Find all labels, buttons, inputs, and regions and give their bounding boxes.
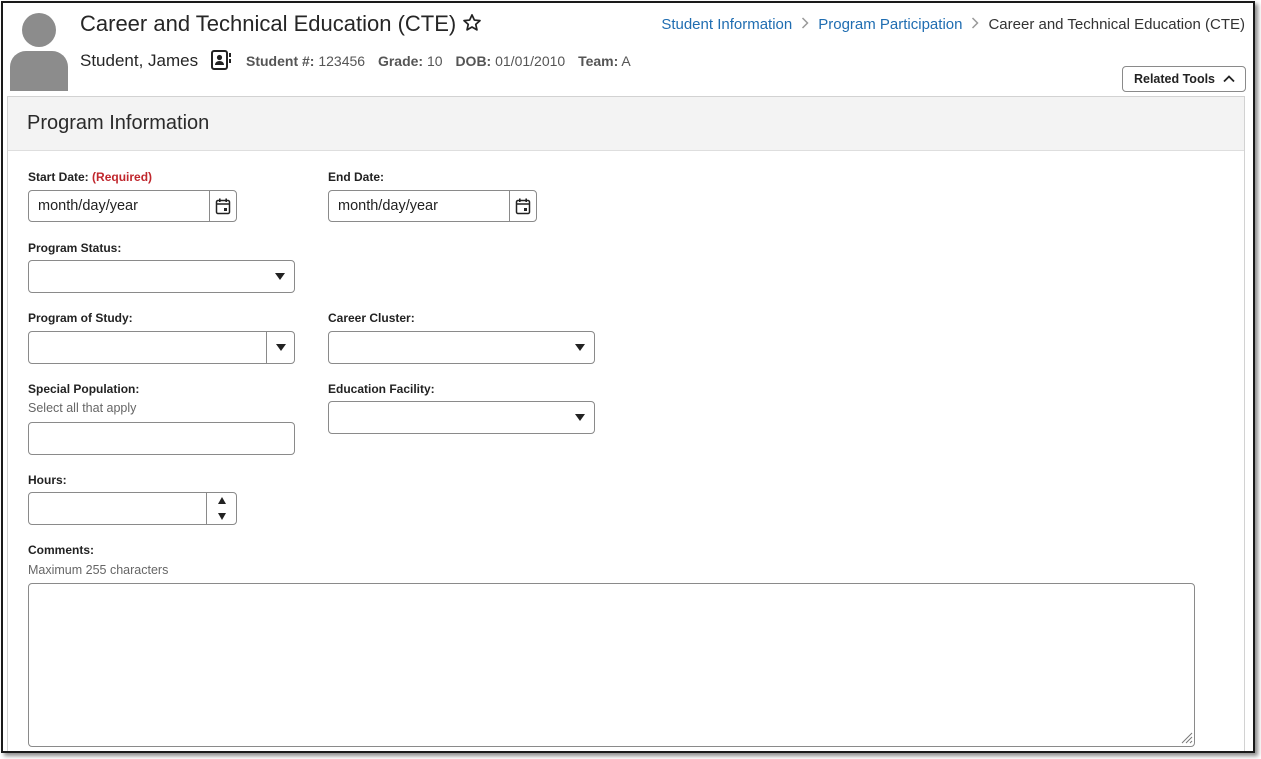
student-grade: Grade: 10	[378, 53, 443, 69]
student-name: Student, James	[80, 51, 199, 70]
meta-value: 123456	[318, 53, 366, 69]
special-population-hint: Select all that apply	[28, 401, 137, 415]
breadcrumb-program-participation[interactable]: Program Participation	[818, 16, 962, 33]
student-avatar	[8, 13, 70, 91]
hours-label: Hours:	[28, 473, 67, 487]
end-date-field	[328, 190, 537, 222]
arrow-down-icon	[217, 512, 226, 520]
meta-value: 10	[426, 53, 443, 69]
start-date-label-text: Start Date:	[28, 170, 89, 184]
comments-hint: Maximum 255 characters	[28, 563, 169, 577]
career-cluster-select[interactable]	[328, 331, 595, 364]
meta-value: A	[621, 53, 631, 69]
panel-title: Program Information	[27, 112, 210, 134]
end-date-label: End Date:	[328, 170, 385, 184]
start-date-field	[28, 190, 237, 222]
breadcrumb-student-information[interactable]: Student Information	[661, 16, 792, 33]
decrement-button[interactable]	[207, 509, 236, 525]
caret-down-icon	[575, 344, 585, 351]
caret-down-icon	[575, 414, 585, 421]
end-date-input[interactable]	[329, 191, 509, 221]
related-tools-label: Related Tools	[1133, 72, 1215, 86]
avatar-body	[10, 51, 68, 91]
meta-label: Grade:	[377, 53, 424, 69]
breadcrumb: Student Information Program Participatio…	[661, 16, 1245, 33]
program-of-study-label: Program of Study:	[28, 311, 133, 325]
program-of-study-input[interactable]	[29, 332, 266, 363]
calendar-icon[interactable]	[509, 191, 536, 221]
caret-down-icon	[275, 344, 286, 351]
favorite-star-icon[interactable]	[461, 12, 483, 34]
meta-label: Team:	[578, 53, 619, 69]
student-team: Team: A	[578, 53, 631, 69]
student-number: Student #: 123456	[246, 53, 365, 69]
hours-input[interactable]	[29, 493, 206, 524]
special-population-label: Special Population:	[28, 382, 140, 396]
chevron-right-icon	[801, 17, 809, 32]
page-title: Career and Technical Education (CTE)	[80, 11, 457, 36]
student-dob: DOB: 01/01/2010	[455, 53, 565, 69]
hours-spin-buttons	[206, 493, 236, 524]
calendar-icon[interactable]	[209, 191, 236, 221]
program-of-study-combobox	[28, 331, 295, 364]
resize-grip-icon[interactable]	[1180, 731, 1193, 744]
chevron-right-icon	[971, 17, 980, 32]
education-facility-select[interactable]	[328, 401, 595, 434]
program-status-select[interactable]	[28, 260, 295, 293]
contact-card-icon[interactable]	[210, 49, 232, 71]
required-indicator: (Required)	[92, 170, 153, 184]
meta-value: 01/01/2010	[495, 53, 566, 69]
breadcrumb-current: Career and Technical Education (CTE)	[988, 16, 1245, 33]
start-date-input[interactable]	[29, 191, 209, 221]
education-facility-label: Education Facility:	[328, 382, 435, 396]
comments-textarea[interactable]	[28, 583, 1195, 747]
increment-button[interactable]	[207, 493, 236, 509]
caret-down-icon	[275, 273, 285, 280]
program-of-study-dropdown-button[interactable]	[266, 332, 294, 363]
program-status-label: Program Status:	[28, 241, 122, 255]
hours-stepper	[28, 492, 237, 525]
career-cluster-label: Career Cluster:	[328, 311, 415, 325]
comments-label: Comments:	[28, 543, 95, 557]
student-meta: Student #: 123456 Grade: 10 DOB: 01/01/2…	[246, 53, 640, 69]
app-frame: Career and Technical Education (CTE) Stu…	[1, 1, 1255, 753]
avatar-head	[22, 13, 56, 47]
related-tools-button[interactable]: Related Tools	[1121, 66, 1246, 92]
meta-label: DOB:	[455, 53, 492, 69]
arrow-up-icon	[217, 497, 226, 505]
panel-header: Program Information	[8, 97, 1244, 151]
program-information-panel: Program Information Start Date: (Require…	[7, 96, 1245, 751]
meta-label: Student #:	[246, 53, 315, 69]
start-date-label: Start Date: (Required)	[28, 170, 152, 184]
special-population-input[interactable]	[28, 422, 295, 455]
chevron-up-icon	[1223, 72, 1235, 86]
